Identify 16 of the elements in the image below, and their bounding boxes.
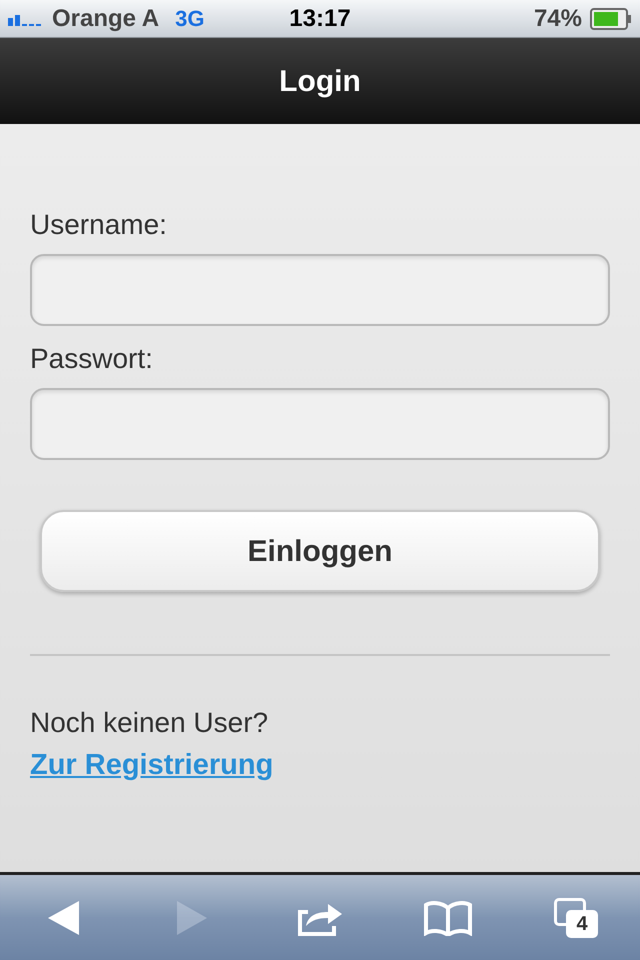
clock-time: 13:17	[289, 4, 351, 34]
battery-icon	[590, 8, 632, 30]
field-label: Passwort:	[30, 342, 153, 376]
input-field[interactable]	[30, 388, 610, 460]
register-prompt: Noch keinen User?	[30, 706, 270, 740]
carrier-name: Orange A	[52, 4, 160, 34]
battery-percent: 74%	[534, 4, 582, 34]
input-field[interactable]	[30, 254, 610, 326]
forward-icon	[176, 900, 208, 936]
page-title: Login	[279, 64, 361, 100]
login-button[interactable]: Einloggen	[40, 510, 600, 592]
field-label: Username:	[30, 208, 167, 242]
tabs-button[interactable]: 4	[531, 888, 621, 948]
book-icon	[423, 900, 473, 936]
back-icon	[48, 900, 80, 936]
network-type: 3G	[175, 5, 204, 33]
